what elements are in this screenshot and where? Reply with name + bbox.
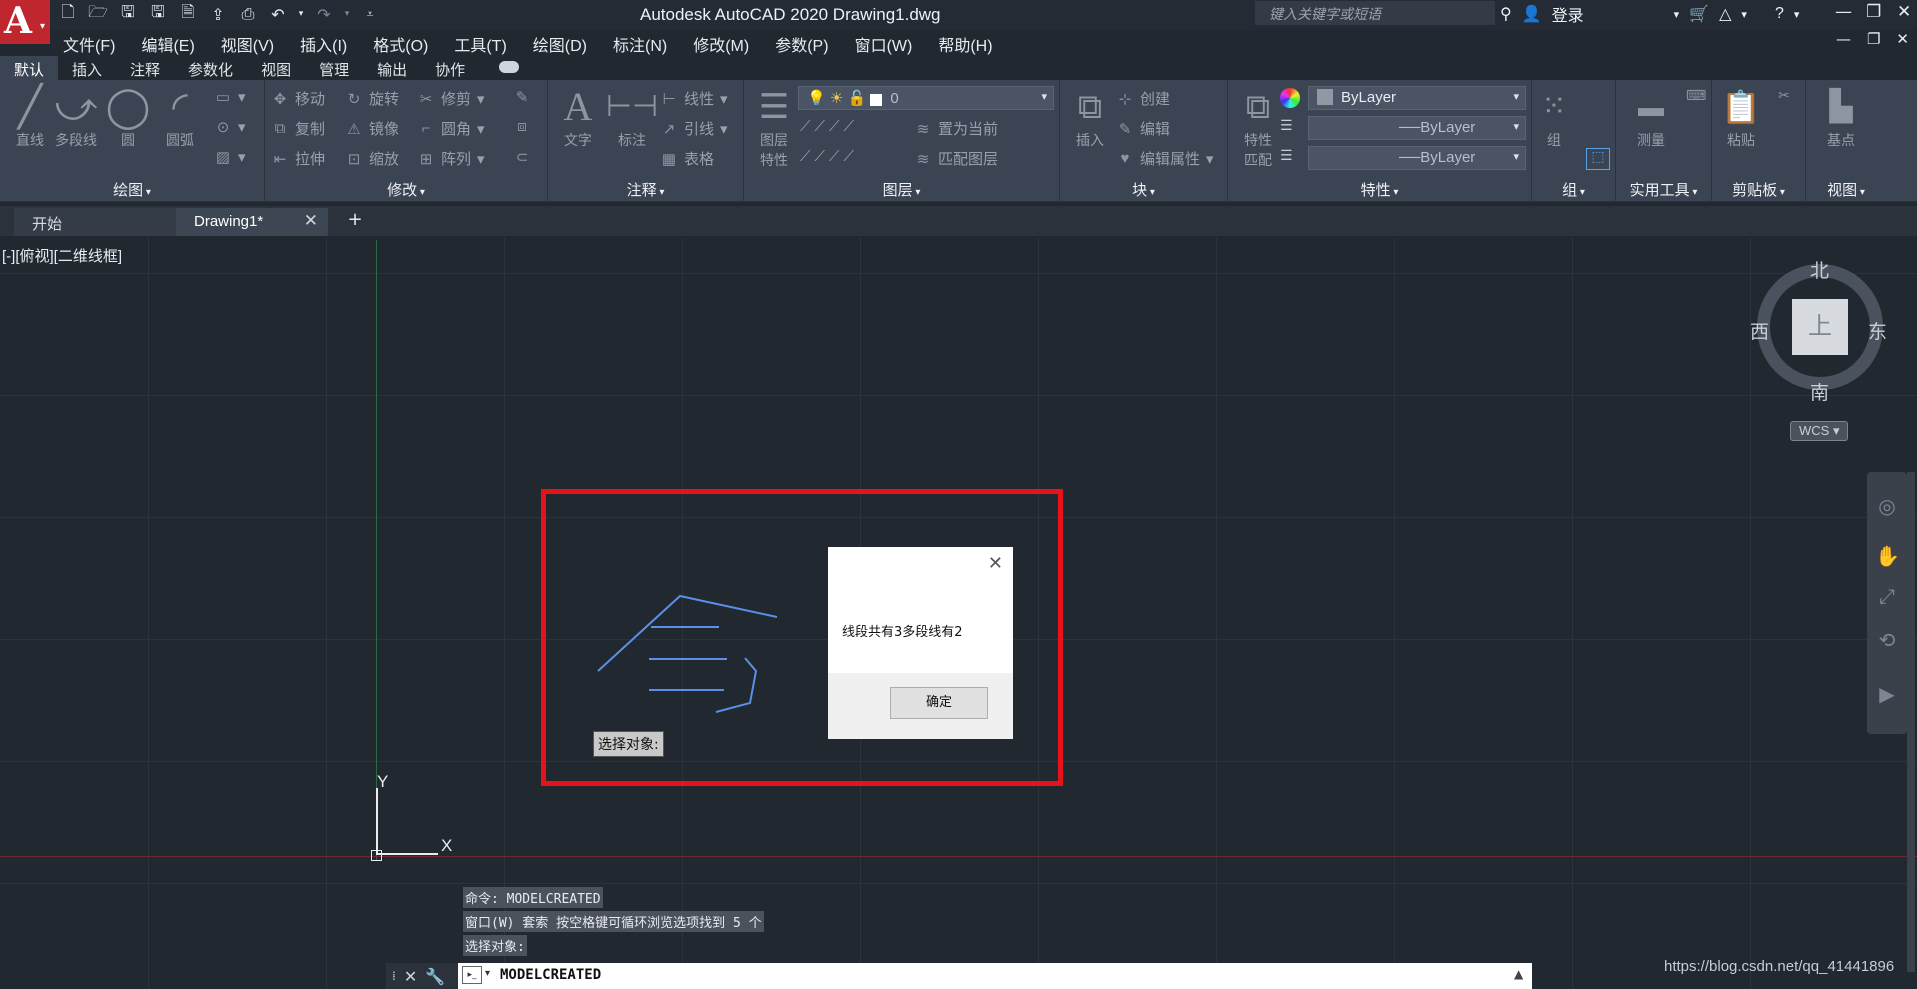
command-history-line-3: 选择对象: <box>463 935 527 956</box>
navigation-bar: ◎ ✋ ⤢ ⟲ ▶ <box>1867 472 1907 734</box>
steering-wheel-icon[interactable]: ◎ <box>1875 494 1899 518</box>
pan-icon[interactable]: ✋ <box>1875 544 1900 568</box>
command-input[interactable]: MODELCREATED <box>500 967 601 983</box>
vertical-scrollbar[interactable] <box>1907 472 1915 972</box>
ucs-y-axis <box>376 788 378 854</box>
ucs-x-label: X <box>441 836 453 855</box>
dialog-message: 线段共有3多段线有2 <box>842 625 963 640</box>
command-prompt-icon[interactable]: ▸_ <box>462 966 482 984</box>
dialog-close-icon[interactable]: ✕ <box>988 553 1003 574</box>
zoom-extents-icon[interactable]: ⤢ <box>1875 584 1899 608</box>
command-history-line-1: 命令: MODELCREATED <box>463 887 603 908</box>
viewcube-west[interactable]: 西 <box>1750 317 1769 344</box>
customize-wrench-icon[interactable]: 🔧 <box>425 967 445 986</box>
viewcube-east[interactable]: 东 <box>1868 317 1887 344</box>
viewcube-top-face[interactable]: 上 <box>1792 299 1848 355</box>
showmotion-icon[interactable]: ▶ <box>1875 682 1899 706</box>
message-dialog: ✕ 线段共有3多段线有2 确定 <box>828 547 1013 739</box>
wcs-menu[interactable]: WCS ▾ <box>1790 421 1849 441</box>
command-bar-controls: ⁞ ✕ 🔧 <box>386 963 458 989</box>
ucs-origin-box <box>371 850 382 861</box>
recent-commands-dropdown-icon[interactable]: ▾ <box>485 968 490 979</box>
ucs-y-label: Y <box>377 772 389 791</box>
select-objects-tooltip: 选择对象: <box>593 731 664 757</box>
ucs-x-axis <box>376 853 438 855</box>
ok-button[interactable]: 确定 <box>890 687 988 719</box>
command-history-line-2: 窗口(W) 套索 按空格键可循环浏览选项找到 5 个 <box>463 911 764 932</box>
orbit-icon[interactable]: ⟲ <box>1875 628 1899 652</box>
watermark: https://blog.csdn.net/qq_41441896 <box>1664 958 1895 975</box>
command-history-expand-icon[interactable]: ▲ <box>1514 967 1523 981</box>
grip-handle-icon[interactable]: ⁞ <box>392 969 396 983</box>
viewcube-north[interactable]: 北 <box>1810 256 1829 283</box>
close-command-line-icon[interactable]: ✕ <box>404 967 417 986</box>
viewcube-south[interactable]: 南 <box>1810 378 1829 405</box>
